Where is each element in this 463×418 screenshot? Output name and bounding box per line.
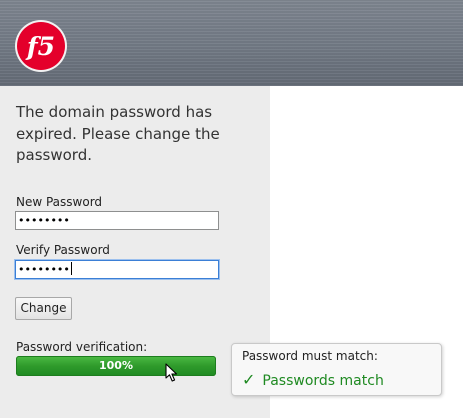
header-banner: f5: [0, 0, 463, 86]
verification-progress-bar: 100%: [16, 356, 216, 376]
mouse-pointer-icon: [165, 363, 178, 382]
verify-password-label: Verify Password: [16, 243, 110, 257]
change-button[interactable]: Change: [15, 297, 72, 320]
verify-password-value: ••••••••: [18, 263, 70, 276]
svg-text:f5: f5: [25, 32, 55, 61]
passwords-match-status: ✓ Passwords match: [242, 370, 384, 389]
expired-message: The domain password has expired. Please …: [16, 103, 220, 164]
new-password-field[interactable]: ••••••••: [15, 211, 219, 230]
passwords-match-text: Passwords match: [262, 373, 384, 389]
verify-password-field[interactable]: ••••••••: [15, 260, 219, 279]
password-match-tooltip: Password must match: ✓ Passwords match: [231, 343, 442, 396]
password-verification-label: Password verification:: [16, 340, 148, 354]
new-password-value: ••••••••: [18, 214, 70, 227]
tooltip-title: Password must match:: [242, 349, 378, 363]
checkmark-icon: ✓: [242, 370, 256, 389]
verification-progress-text: 100%: [99, 359, 133, 372]
f5-logo: f5: [17, 22, 65, 70]
f5-logo-mark: f5: [25, 32, 55, 61]
new-password-label: New Password: [16, 195, 103, 209]
text-caret: [70, 262, 72, 275]
